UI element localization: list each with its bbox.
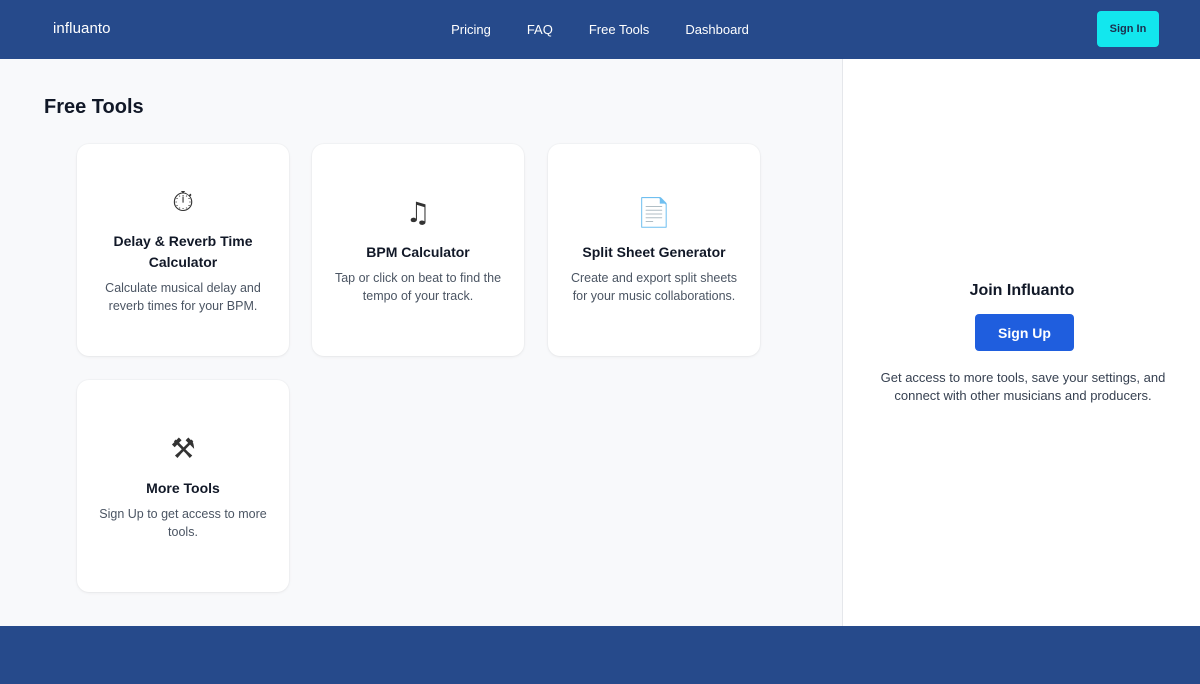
- tool-card-split-sheet[interactable]: 📄 Split Sheet Generator Create and expor…: [548, 144, 760, 356]
- join-sidebar: Join Influanto Sign Up Get access to mor…: [842, 59, 1200, 626]
- sign-in-button[interactable]: Sign In: [1097, 11, 1159, 47]
- join-title: Join Influanto: [969, 282, 1075, 299]
- sign-up-button[interactable]: Sign Up: [975, 314, 1074, 351]
- card-description: Sign Up to get access to more tools.: [99, 506, 267, 539]
- card-description: Tap or click on beat to find the tempo o…: [334, 270, 502, 303]
- nav-link-free-tools[interactable]: Free Tools: [589, 21, 649, 39]
- card-description: Create and export split sheets for your …: [570, 270, 738, 303]
- stopwatch-icon: ⏱: [172, 185, 194, 218]
- nav-link-dashboard[interactable]: Dashboard: [685, 21, 749, 39]
- join-description: Get access to more tools, save your sett…: [880, 370, 1166, 403]
- page-title: Free Tools: [44, 96, 144, 118]
- nav-link-faq[interactable]: FAQ: [527, 21, 553, 39]
- card-title: Delay & Reverb Time Calculator: [113, 233, 253, 270]
- card-title: More Tools: [146, 479, 220, 496]
- document-icon: 📄: [636, 195, 672, 229]
- main-nav: Pricing FAQ Free Tools Dashboard: [0, 0, 1200, 59]
- card-title: Split Sheet Generator: [582, 243, 726, 260]
- card-title: BPM Calculator: [366, 243, 470, 260]
- tool-card-bpm-calculator[interactable]: ♫ BPM Calculator Tap or click on beat to…: [312, 144, 524, 356]
- brand-logo[interactable]: influanto: [53, 20, 111, 37]
- card-description: Calculate musical delay and reverb times…: [105, 281, 261, 313]
- tool-card-more-tools[interactable]: ⚒ More Tools Sign Up to get access to mo…: [77, 380, 289, 592]
- top-navbar: influanto Pricing FAQ Free Tools Dashboa…: [0, 0, 1200, 59]
- tool-card-delay-reverb[interactable]: ⏱ Delay & Reverb Time Calculator Calcula…: [77, 144, 289, 356]
- main-content: Free Tools ⏱ Delay & Reverb Time Calcula…: [0, 59, 842, 626]
- footer: [0, 626, 1200, 684]
- nav-link-pricing[interactable]: Pricing: [451, 21, 491, 39]
- tools-icon: ⚒: [170, 431, 196, 465]
- music-note-icon: ♫: [405, 195, 431, 229]
